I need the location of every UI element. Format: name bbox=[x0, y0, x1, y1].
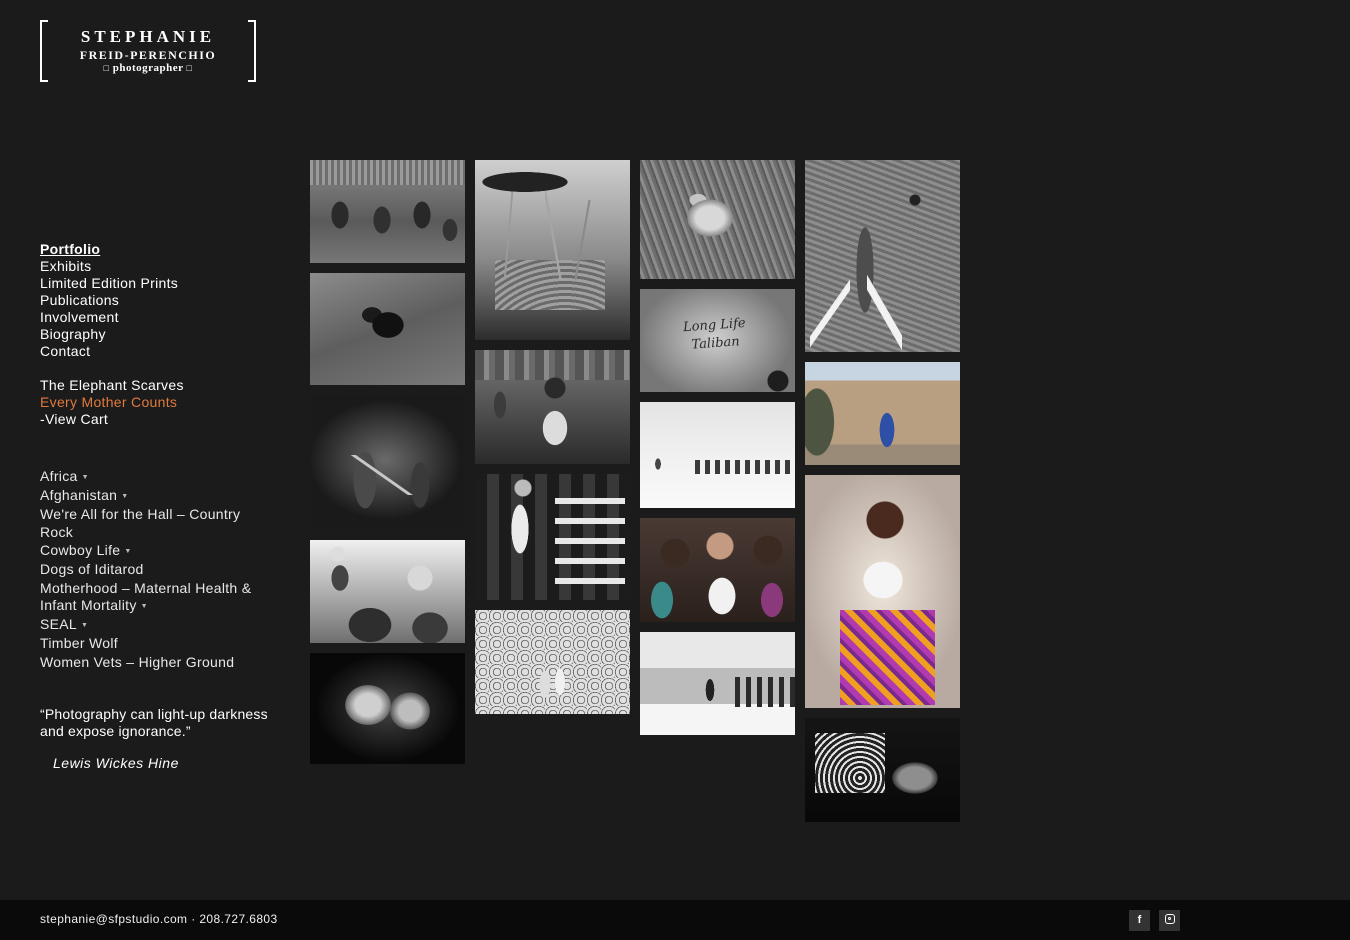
gallery-link-label: Women Vets – Higher Ground bbox=[40, 653, 235, 670]
thumbnail-wolves[interactable] bbox=[310, 653, 465, 764]
photo-podium-ceremony bbox=[640, 632, 795, 735]
chevron-down-icon: ▼ bbox=[140, 602, 148, 610]
gallery-link-cowboy-life[interactable]: Cowboy Life ▼ bbox=[40, 542, 265, 560]
gallery-link-label: Cowboy Life bbox=[40, 542, 121, 559]
thumbnail-tailor-shop[interactable] bbox=[475, 350, 630, 464]
gallery-link-label: Africa bbox=[40, 468, 78, 484]
gallery-link-label: We're All for the Hall – Country Rock bbox=[40, 506, 241, 540]
nav-portfolio[interactable]: Portfolio bbox=[40, 241, 270, 258]
gallery-link-seal[interactable]: SEAL ▼ bbox=[40, 616, 265, 634]
photo-naval-ceremony bbox=[475, 610, 630, 714]
thumbnail-podium-ceremony[interactable] bbox=[640, 632, 795, 735]
thumbnail-giraffes[interactable] bbox=[475, 160, 630, 340]
thumbnail-rodeo-cowboy[interactable] bbox=[475, 474, 630, 600]
photo-father-child-crowd bbox=[310, 540, 465, 643]
photo-graffiti-wall: Long Life Taliban bbox=[640, 289, 795, 392]
site-logo[interactable]: STEPHANIE FREID-PERENCHIO □ photographer… bbox=[40, 20, 256, 82]
footer-phone-link[interactable]: 208.727.6803 bbox=[199, 912, 277, 926]
thumbnail-lion-in-grass[interactable] bbox=[640, 160, 795, 279]
thumbnail-pregnant-woman-portrait[interactable] bbox=[805, 475, 960, 708]
nav-view-cart[interactable]: -View Cart bbox=[40, 411, 270, 428]
thumbnail-long-life-taliban-graffiti[interactable]: Long Life Taliban bbox=[640, 289, 795, 392]
graffiti-text: Long Life Taliban bbox=[682, 315, 747, 353]
thumbnail-tribal-warriors[interactable] bbox=[310, 160, 465, 263]
logo-first-name: STEPHANIE bbox=[80, 27, 216, 46]
footer-contact: stephanie@sfpstudio.com · 208.727.6803 bbox=[40, 912, 278, 926]
facebook-icon: f bbox=[1137, 914, 1142, 926]
nav-publications[interactable]: Publications bbox=[40, 292, 270, 309]
photo-gorilla bbox=[310, 273, 465, 385]
logo-square-icon: □ bbox=[186, 63, 193, 73]
gallery-link-afghanistan[interactable]: Afghanistan ▼ bbox=[40, 487, 265, 505]
logo-tagline-text: photographer bbox=[112, 62, 184, 74]
photo-tailor-shop bbox=[475, 350, 630, 464]
gallery-link-timber-wolf[interactable]: Timber Wolf bbox=[40, 635, 265, 653]
page: STEPHANIE FREID-PERENCHIO □ photographer… bbox=[0, 0, 1350, 940]
photo-rodeo-cowboy bbox=[475, 474, 630, 600]
gallery-link-label: Dogs of Iditarod bbox=[40, 561, 144, 578]
quote-text: “Photography can light-up darkness and e… bbox=[40, 706, 268, 739]
nav-involvement[interactable]: Involvement bbox=[40, 309, 270, 326]
chevron-down-icon: ▼ bbox=[121, 492, 129, 500]
thumbnail-cattle-drive-snow[interactable] bbox=[640, 402, 795, 508]
photo-soldier-street bbox=[805, 362, 960, 465]
quote-author: Lewis Wickes Hine bbox=[53, 755, 179, 771]
thumbnail-naval-ceremony[interactable] bbox=[475, 610, 630, 714]
footer-separator: · bbox=[187, 912, 200, 926]
gallery-link-women-vets[interactable]: Women Vets – Higher Ground bbox=[40, 654, 265, 672]
thumbnail-dog-with-scarf[interactable] bbox=[805, 718, 960, 822]
photo-tribal-warriors bbox=[310, 160, 465, 263]
nav-biography[interactable]: Biography bbox=[40, 326, 270, 343]
chevron-down-icon: ▼ bbox=[81, 473, 89, 481]
thumbnail-father-child-crowd[interactable] bbox=[310, 540, 465, 643]
nav-contact[interactable]: Contact bbox=[40, 343, 270, 360]
gallery-link-label: Afghanistan bbox=[40, 487, 118, 504]
photo-dog-with-scarf bbox=[805, 718, 960, 822]
facebook-button[interactable]: f bbox=[1129, 910, 1150, 931]
main-nav: Portfolio Exhibits Limited Edition Print… bbox=[40, 241, 270, 428]
thumbnail-elephant[interactable] bbox=[805, 160, 960, 352]
photo-pregnant-woman-portrait bbox=[805, 475, 960, 708]
logo-square-icon: □ bbox=[103, 63, 110, 73]
logo-last-name: FREID-PERENCHIO bbox=[79, 48, 217, 62]
logo-tagline: □ photographer □ bbox=[40, 62, 256, 74]
photo-lion-in-grass bbox=[640, 160, 795, 279]
photo-guitarist-concert bbox=[310, 395, 465, 530]
gallery-link-label: SEAL bbox=[40, 616, 77, 633]
photo-elephant bbox=[805, 160, 960, 352]
instagram-button[interactable] bbox=[1159, 910, 1180, 931]
gallery-link-motherhood[interactable]: Motherhood – Maternal Health & Infant Mo… bbox=[40, 580, 265, 616]
instagram-icon bbox=[1164, 914, 1175, 925]
thumbnail-soldier-street[interactable] bbox=[805, 362, 960, 465]
nav-limited-edition-prints[interactable]: Limited Edition Prints bbox=[40, 275, 270, 292]
nav-every-mother-counts[interactable]: Every Mother Counts bbox=[40, 394, 270, 411]
thumbnail-girls-group[interactable] bbox=[640, 518, 795, 622]
footer-email-link[interactable]: stephanie@sfpstudio.com bbox=[40, 912, 187, 926]
nav-elephant-scarves[interactable]: The Elephant Scarves bbox=[40, 377, 270, 394]
chevron-down-icon: ▼ bbox=[124, 547, 132, 555]
thumbnail-guitarist-concert[interactable] bbox=[310, 395, 465, 530]
nav-exhibits[interactable]: Exhibits bbox=[40, 258, 270, 275]
gallery-link-dogs-of-iditarod[interactable]: Dogs of Iditarod bbox=[40, 561, 265, 579]
thumbnail-gorilla[interactable] bbox=[310, 273, 465, 385]
footer: stephanie@sfpstudio.com · 208.727.6803 f bbox=[0, 900, 1350, 940]
gallery-link-country-rock[interactable]: We're All for the Hall – Country Rock bbox=[40, 506, 265, 541]
gallery-link-label: Timber Wolf bbox=[40, 635, 118, 652]
chevron-down-icon: ▼ bbox=[81, 621, 89, 629]
photo-cattle-drive-snow bbox=[640, 402, 795, 508]
gallery-categories: Africa ▼ Afghanistan ▼ We're All for the H… bbox=[40, 468, 265, 672]
gallery-link-africa[interactable]: Africa ▼ bbox=[40, 468, 265, 486]
photo-wolves bbox=[310, 653, 465, 764]
photo-girls-group bbox=[640, 518, 795, 622]
photo-giraffes bbox=[475, 160, 630, 340]
